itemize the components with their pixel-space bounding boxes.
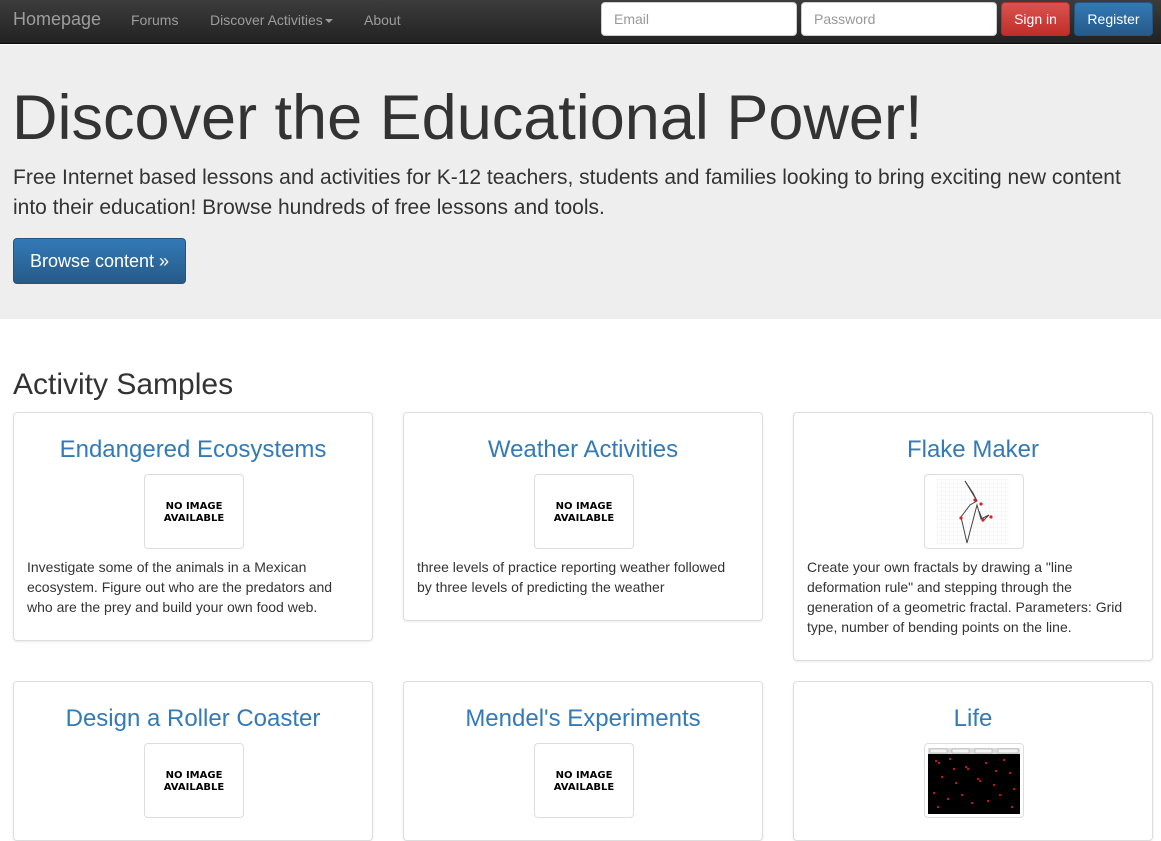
no-image-line2: AVAILABLE: [553, 782, 615, 793]
register-button[interactable]: Register: [1074, 2, 1153, 36]
nav-discover-label: Discover Activities: [210, 12, 323, 28]
sign-in-button[interactable]: Sign in: [1001, 2, 1070, 36]
no-image-line2: AVAILABLE: [553, 513, 615, 524]
section-title: Activity Samples: [13, 368, 234, 401]
activity-card: Life: [793, 681, 1153, 841]
no-image-label: NO IMAGE AVAILABLE: [145, 770, 243, 794]
activity-card: Mendel's Experiments NO IMAGE AVAILABLE: [403, 681, 763, 841]
card-title-link[interactable]: Life: [794, 704, 1152, 734]
no-image-line1: NO IMAGE: [555, 501, 613, 512]
page-title: Discover the Educational Power!: [12, 83, 923, 153]
no-image-line1: NO IMAGE: [165, 770, 223, 781]
no-image-line1: NO IMAGE: [165, 501, 223, 512]
brand-link[interactable]: Homepage: [13, 9, 101, 30]
no-image-line1: NO IMAGE: [555, 770, 613, 781]
caret-down-icon: [324, 19, 333, 24]
card-description: three levels of practice reporting weath…: [417, 559, 726, 595]
no-image-label: NO IMAGE AVAILABLE: [535, 770, 633, 794]
email-input[interactable]: [601, 2, 797, 36]
card-title-link[interactable]: Weather Activities: [404, 435, 762, 465]
activity-card: Flake Maker Create your own fractals by …: [793, 412, 1153, 661]
jumbotron: Discover the Educational Power! Free Int…: [0, 45, 1161, 319]
card-title-link[interactable]: Endangered Ecosystems: [14, 435, 372, 465]
no-image-thumbnail[interactable]: NO IMAGE AVAILABLE: [144, 474, 244, 549]
navbar: Homepage Forums Discover Activities Abou…: [0, 0, 1161, 44]
no-image-thumbnail[interactable]: NO IMAGE AVAILABLE: [144, 743, 244, 818]
card-title-link[interactable]: Mendel's Experiments: [404, 704, 762, 734]
no-image-label: NO IMAGE AVAILABLE: [145, 501, 243, 525]
no-image-thumbnail[interactable]: NO IMAGE AVAILABLE: [534, 743, 634, 818]
activity-card: Endangered Ecosystems NO IMAGE AVAILABLE…: [13, 412, 373, 641]
card-title-link[interactable]: Flake Maker: [794, 435, 1152, 465]
card-description: Investigate some of the animals in a Mex…: [27, 559, 333, 615]
activity-card: Design a Roller Coaster NO IMAGE AVAILAB…: [13, 681, 373, 841]
no-image-line2: AVAILABLE: [163, 513, 225, 524]
nav-forums[interactable]: Forums: [131, 12, 178, 28]
browse-content-button[interactable]: Browse content »: [13, 238, 186, 284]
activity-card: Weather Activities NO IMAGE AVAILABLE th…: [403, 412, 763, 621]
nav-discover-activities[interactable]: Discover Activities: [210, 12, 333, 28]
life-game-thumbnail[interactable]: [924, 743, 1024, 818]
no-image-thumbnail[interactable]: NO IMAGE AVAILABLE: [534, 474, 634, 549]
no-image-line2: AVAILABLE: [163, 782, 225, 793]
nav-about[interactable]: About: [364, 12, 401, 28]
fractal-image: [937, 479, 1009, 545]
card-description: Create your own fractals by drawing a "l…: [807, 559, 1123, 635]
password-input[interactable]: [801, 2, 997, 36]
life-game-image: [928, 748, 1020, 814]
no-image-label: NO IMAGE AVAILABLE: [535, 501, 633, 525]
fractal-thumbnail[interactable]: [924, 474, 1024, 549]
card-title-link[interactable]: Design a Roller Coaster: [14, 704, 372, 734]
jumbotron-text: Free Internet based lessons and activiti…: [13, 166, 1121, 219]
